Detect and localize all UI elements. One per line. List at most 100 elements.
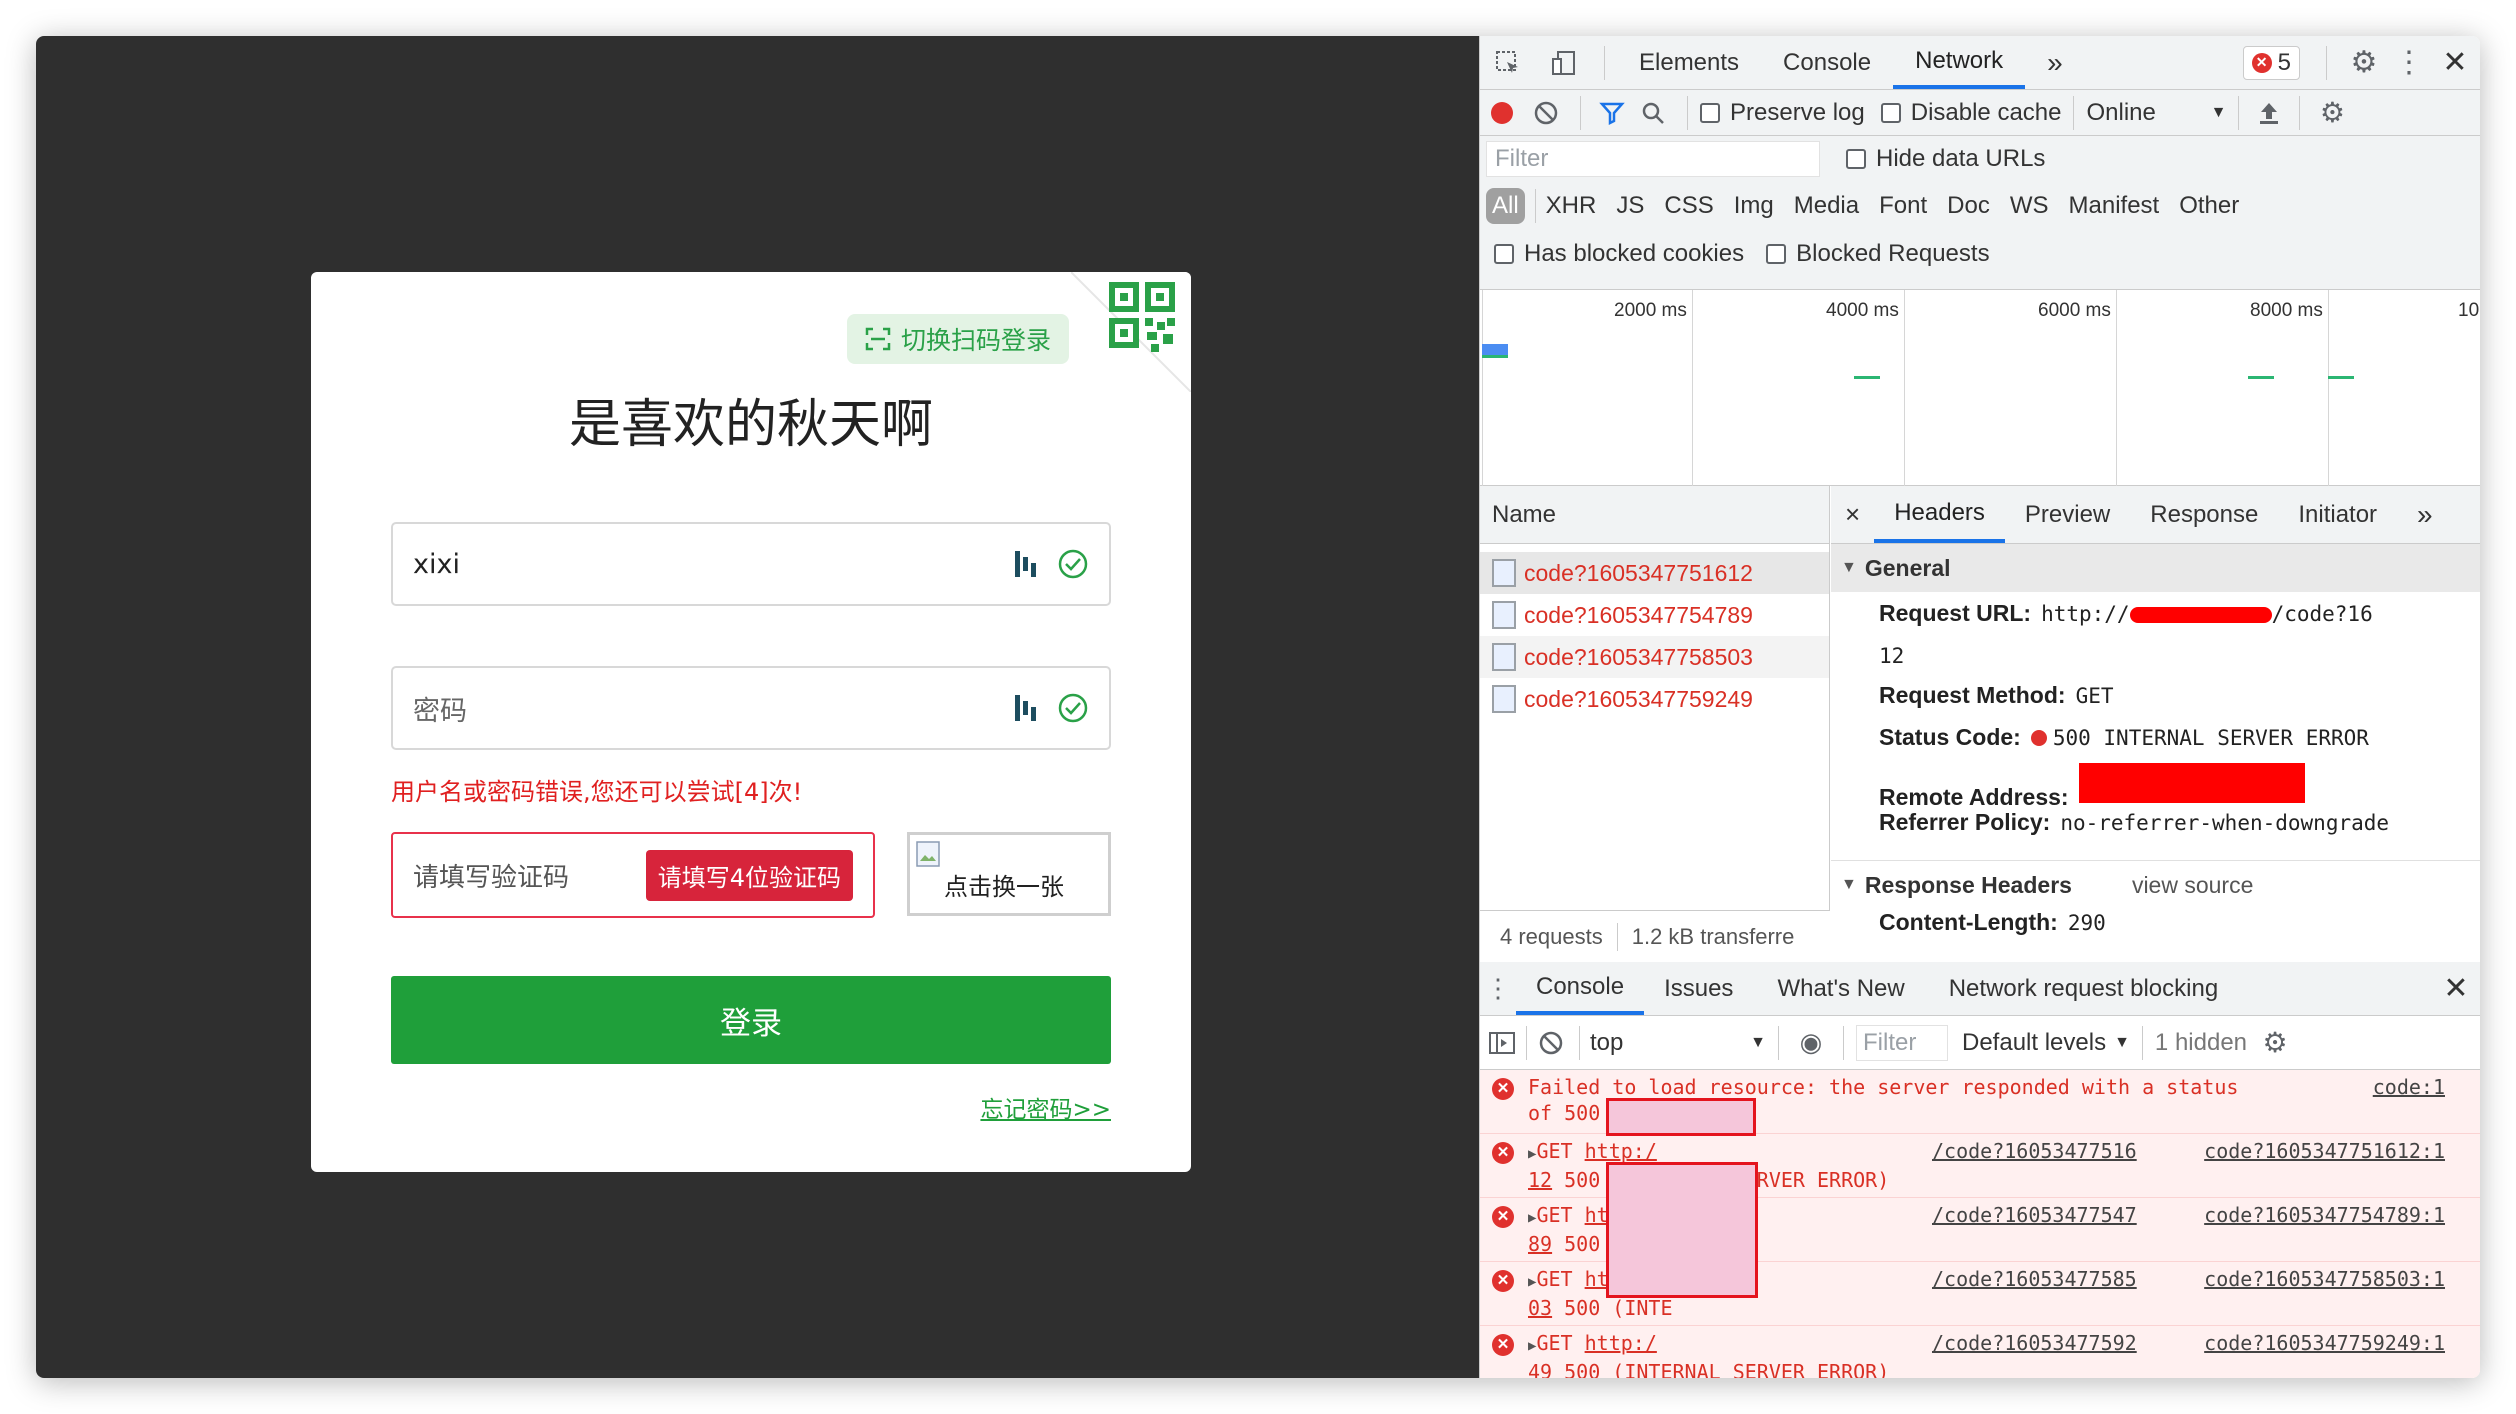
tab-preview[interactable]: Preview xyxy=(2005,486,2130,543)
close-details-icon[interactable]: × xyxy=(1831,486,1874,543)
request-row[interactable]: code?1605347754789 xyxy=(1480,594,1829,636)
search-icon[interactable] xyxy=(1631,100,1675,126)
tab-elements[interactable]: Elements xyxy=(1617,36,1761,89)
device-toolbar-icon[interactable] xyxy=(1536,49,1592,77)
console-sidebar-icon[interactable] xyxy=(1480,1031,1524,1055)
close-devtools-icon[interactable]: ✕ xyxy=(2429,45,2480,80)
password-input[interactable]: 密码 xyxy=(391,666,1111,750)
chevron-down-icon: ▼ xyxy=(2210,103,2227,121)
type-filter-media[interactable]: Media xyxy=(1786,192,1869,220)
request-row[interactable]: code?1605347758503 xyxy=(1480,636,1829,678)
console-error-message[interactable]: ✕ ▶GET http:/ 49 500 (INTERNAL SERVER ER… xyxy=(1480,1326,2480,1378)
disable-cache-checkbox[interactable]: Disable cache xyxy=(1880,99,2061,127)
type-filter-doc[interactable]: Doc xyxy=(1939,192,2000,220)
console-url-link[interactable]: /code?16053477585 xyxy=(1932,1266,2137,1292)
file-icon xyxy=(1492,601,1516,629)
devtools-panel: Elements Console Network » ✕ 5 ⚙ ⋮ ✕ Pre… xyxy=(1479,36,2480,1378)
forgot-password-link[interactable]: 忘记密码>> xyxy=(980,1090,1111,1124)
content-length-key: Content-Length: xyxy=(1879,909,2058,935)
has-blocked-cookies-checkbox[interactable]: Has blocked cookies xyxy=(1494,240,1744,268)
captcha-input[interactable]: 请填写验证码 请填写4位验证码 xyxy=(391,832,875,918)
console-url-wrap[interactable]: 49 xyxy=(1528,1360,1552,1378)
console-status-text: 500 (INTE xyxy=(1552,1296,1673,1320)
type-filter-all[interactable]: All xyxy=(1486,188,1525,224)
inspect-element-icon[interactable] xyxy=(1480,49,1536,77)
filter-funnel-icon[interactable] xyxy=(1593,100,1631,126)
tab-initiator[interactable]: Initiator xyxy=(2278,486,2397,543)
type-filter-other[interactable]: Other xyxy=(2171,192,2249,220)
console-source-link[interactable]: code?1605347754789:1 xyxy=(2204,1202,2445,1228)
general-section-header[interactable]: ▼ General xyxy=(1831,544,2480,592)
console-source-link[interactable]: code?1605347759249:1 xyxy=(2204,1330,2445,1356)
type-filter-js[interactable]: JS xyxy=(1608,192,1654,220)
drawer-tab-whats-new[interactable]: What's New xyxy=(1753,962,1924,1015)
tab-network[interactable]: Network xyxy=(1893,36,2026,89)
request-row[interactable]: code?1605347759249 xyxy=(1480,678,1829,720)
view-source-link[interactable]: view source xyxy=(2132,872,2253,899)
throttling-select[interactable]: Online ▼ xyxy=(2086,99,2226,127)
context-select[interactable]: top ▼ xyxy=(1586,1029,1766,1057)
console-settings-icon[interactable]: ⚙ xyxy=(2253,1026,2297,1059)
request-row[interactable]: code?1605347751612 xyxy=(1480,552,1829,594)
console-source-link[interactable]: code:1 xyxy=(2373,1074,2445,1100)
record-icon[interactable] xyxy=(1480,101,1524,124)
drawer-tab-issues[interactable]: Issues xyxy=(1644,962,1753,1015)
tab-console[interactable]: Console xyxy=(1761,36,1893,89)
console-url-link[interactable]: /code?16053477516 xyxy=(1932,1138,2137,1164)
filter-input[interactable]: Filter xyxy=(1486,141,1820,177)
console-url-link[interactable]: http:/ xyxy=(1585,1331,1657,1355)
password-manager-icon[interactable] xyxy=(1013,693,1039,723)
drawer-tab-network-request-blocking[interactable]: Network request blocking xyxy=(1925,962,2238,1015)
drawer-tab-console[interactable]: Console xyxy=(1516,962,1645,1015)
tab-headers[interactable]: Headers xyxy=(1874,486,2005,543)
type-filter-manifest[interactable]: Manifest xyxy=(2061,192,2170,220)
console-filter-input[interactable]: Filter xyxy=(1856,1024,1948,1061)
hide-data-urls-checkbox[interactable]: Hide data URLs xyxy=(1846,145,2045,173)
live-expression-eye-icon[interactable]: ◉ xyxy=(1791,1027,1831,1058)
preserve-log-checkbox[interactable]: Preserve log xyxy=(1700,99,1865,127)
console-url-wrap[interactable]: 12 xyxy=(1528,1168,1552,1192)
switch-qr-login-label: 切换扫码登录 xyxy=(900,327,1051,355)
type-filter-xhr[interactable]: XHR xyxy=(1546,192,1607,220)
clear-icon[interactable] xyxy=(1524,100,1568,126)
settings-gear-icon[interactable]: ⚙ xyxy=(2339,45,2389,80)
console-url-link[interactable]: http:/ xyxy=(1585,1139,1657,1163)
blocked-requests-checkbox[interactable]: Blocked Requests xyxy=(1766,240,1990,268)
console-source-link[interactable]: code?1605347758503:1 xyxy=(2204,1266,2445,1292)
network-overview-timeline[interactable]: 2000 ms 4000 ms 6000 ms 8000 ms 10 xyxy=(1480,290,2480,486)
console-get-prefix: GET xyxy=(1536,1331,1585,1355)
console-url-wrap[interactable]: 03 xyxy=(1528,1296,1552,1320)
more-tabs-button[interactable]: » xyxy=(2025,36,2085,89)
name-column-header[interactable]: Name xyxy=(1480,486,1829,544)
error-count-badge[interactable]: ✕ 5 xyxy=(2242,45,2300,80)
console-url-link[interactable]: /code?16053477592 xyxy=(1932,1330,2137,1356)
request-url-row: Request URL: http:// /code?16 xyxy=(1831,600,2480,630)
console-url-link[interactable]: /code?16053477547 xyxy=(1932,1202,2137,1228)
type-filter-ws[interactable]: WS xyxy=(2002,192,2059,220)
console-source-link[interactable]: code?1605347751612:1 xyxy=(2204,1138,2445,1164)
username-input[interactable]: xixi xyxy=(391,522,1111,606)
close-drawer-icon[interactable]: ✕ xyxy=(2431,971,2480,1006)
response-headers-section-header[interactable]: ▼ Response Headers view source xyxy=(1831,861,2480,909)
clear-console-icon[interactable] xyxy=(1529,1030,1573,1056)
type-filter-font[interactable]: Font xyxy=(1871,192,1937,220)
more-details-tabs-button[interactable]: » xyxy=(2397,486,2453,543)
captcha-image[interactable]: 点击换一张 xyxy=(907,832,1111,916)
tab-response[interactable]: Response xyxy=(2130,486,2278,543)
hidden-count[interactable]: 1 hidden xyxy=(2155,1029,2247,1057)
log-levels-select[interactable]: Default levels ▼ xyxy=(1962,1029,2130,1057)
console-message-text: Failed to load resource: the server resp… xyxy=(1528,1075,2239,1099)
drawer-menu-icon[interactable]: ⋮ xyxy=(1480,973,1516,1004)
more-options-icon[interactable]: ⋮ xyxy=(2389,45,2429,80)
password-manager-icon[interactable] xyxy=(1013,549,1039,579)
type-filter-css[interactable]: CSS xyxy=(1656,192,1723,220)
console-url-wrap[interactable]: 89 xyxy=(1528,1232,1552,1256)
import-har-icon[interactable] xyxy=(2251,100,2287,126)
drawer-tabbar: ⋮ Console Issues What's New Network requ… xyxy=(1480,962,2480,1016)
type-filter-img[interactable]: Img xyxy=(1726,192,1784,220)
request-details: × Headers Preview Response Initiator » ▼… xyxy=(1831,486,2480,962)
login-button[interactable]: 登录 xyxy=(391,976,1111,1064)
qr-code-icon[interactable] xyxy=(1071,272,1191,392)
switch-qr-login-button[interactable]: 切换扫码登录 xyxy=(847,314,1069,364)
network-settings-icon[interactable]: ⚙ xyxy=(2312,96,2352,129)
